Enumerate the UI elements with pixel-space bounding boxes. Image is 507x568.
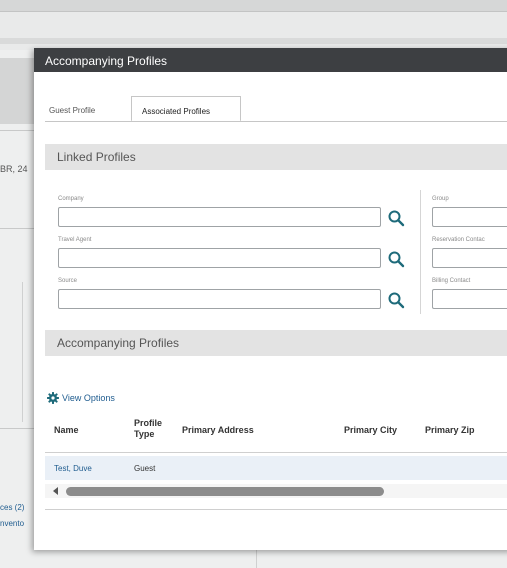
accompanying-profiles-dialog: Accompanying Profiles Guest Profile Asso… xyxy=(34,48,507,550)
search-icon[interactable] xyxy=(387,209,405,227)
source-label: Source xyxy=(58,278,78,284)
travel-agent-field[interactable] xyxy=(58,248,381,268)
group-label: Group xyxy=(432,196,449,202)
background-divider xyxy=(0,428,34,429)
table-bottom-divider xyxy=(45,509,507,510)
group-field[interactable] xyxy=(432,207,507,227)
scrollbar-thumb[interactable] xyxy=(66,487,384,496)
company-label: Company xyxy=(58,196,84,202)
background-vertical-line xyxy=(256,550,257,568)
background-block xyxy=(0,58,34,124)
travel-agent-label: Travel Agent xyxy=(58,237,92,243)
background-divider xyxy=(0,228,34,229)
linked-profiles-header: Linked Profiles xyxy=(45,144,507,170)
view-options-label: View Options xyxy=(62,393,115,403)
column-header-primary-address[interactable]: Primary Address xyxy=(182,425,254,436)
background-divider xyxy=(0,130,34,131)
profile-name-link[interactable]: Test, Duve xyxy=(54,464,92,473)
background-top-bar xyxy=(0,0,507,12)
reservation-contact-field[interactable] xyxy=(432,248,507,268)
table-header-divider xyxy=(45,452,507,453)
column-header-primary-city[interactable]: Primary City xyxy=(344,425,397,436)
background-vertical-line xyxy=(22,282,23,422)
tab-associated-profiles[interactable]: Associated Profiles xyxy=(131,96,241,122)
field-column-separator xyxy=(420,190,421,314)
scroll-left-icon[interactable] xyxy=(52,486,60,496)
reservation-contact-label: Reservation Contac xyxy=(432,237,485,243)
column-header-profile-type[interactable]: Profile Type xyxy=(134,418,172,440)
billing-contact-label: Billing Contact xyxy=(432,278,471,284)
background-link[interactable]: ces (2) xyxy=(0,503,24,512)
billing-contact-field[interactable] xyxy=(432,289,507,309)
column-header-primary-zip[interactable]: Primary Zip xyxy=(425,425,475,436)
accompanying-profiles-header: Accompanying Profiles xyxy=(45,330,507,356)
gear-icon xyxy=(47,392,59,404)
column-header-name[interactable]: Name xyxy=(54,425,79,436)
dialog-title: Accompanying Profiles xyxy=(34,48,507,72)
table-row[interactable] xyxy=(45,456,507,480)
tab-guest-profile[interactable]: Guest Profile xyxy=(49,96,129,122)
tabs-divider xyxy=(45,121,507,122)
company-field[interactable] xyxy=(58,207,381,227)
profile-type-cell: Guest xyxy=(134,464,156,473)
search-icon[interactable] xyxy=(387,291,405,309)
background-link[interactable]: nvento xyxy=(0,519,24,528)
search-icon[interactable] xyxy=(387,250,405,268)
source-field[interactable] xyxy=(58,289,381,309)
background-band xyxy=(0,38,507,44)
background-partial-text: BR, 24 xyxy=(0,164,28,174)
